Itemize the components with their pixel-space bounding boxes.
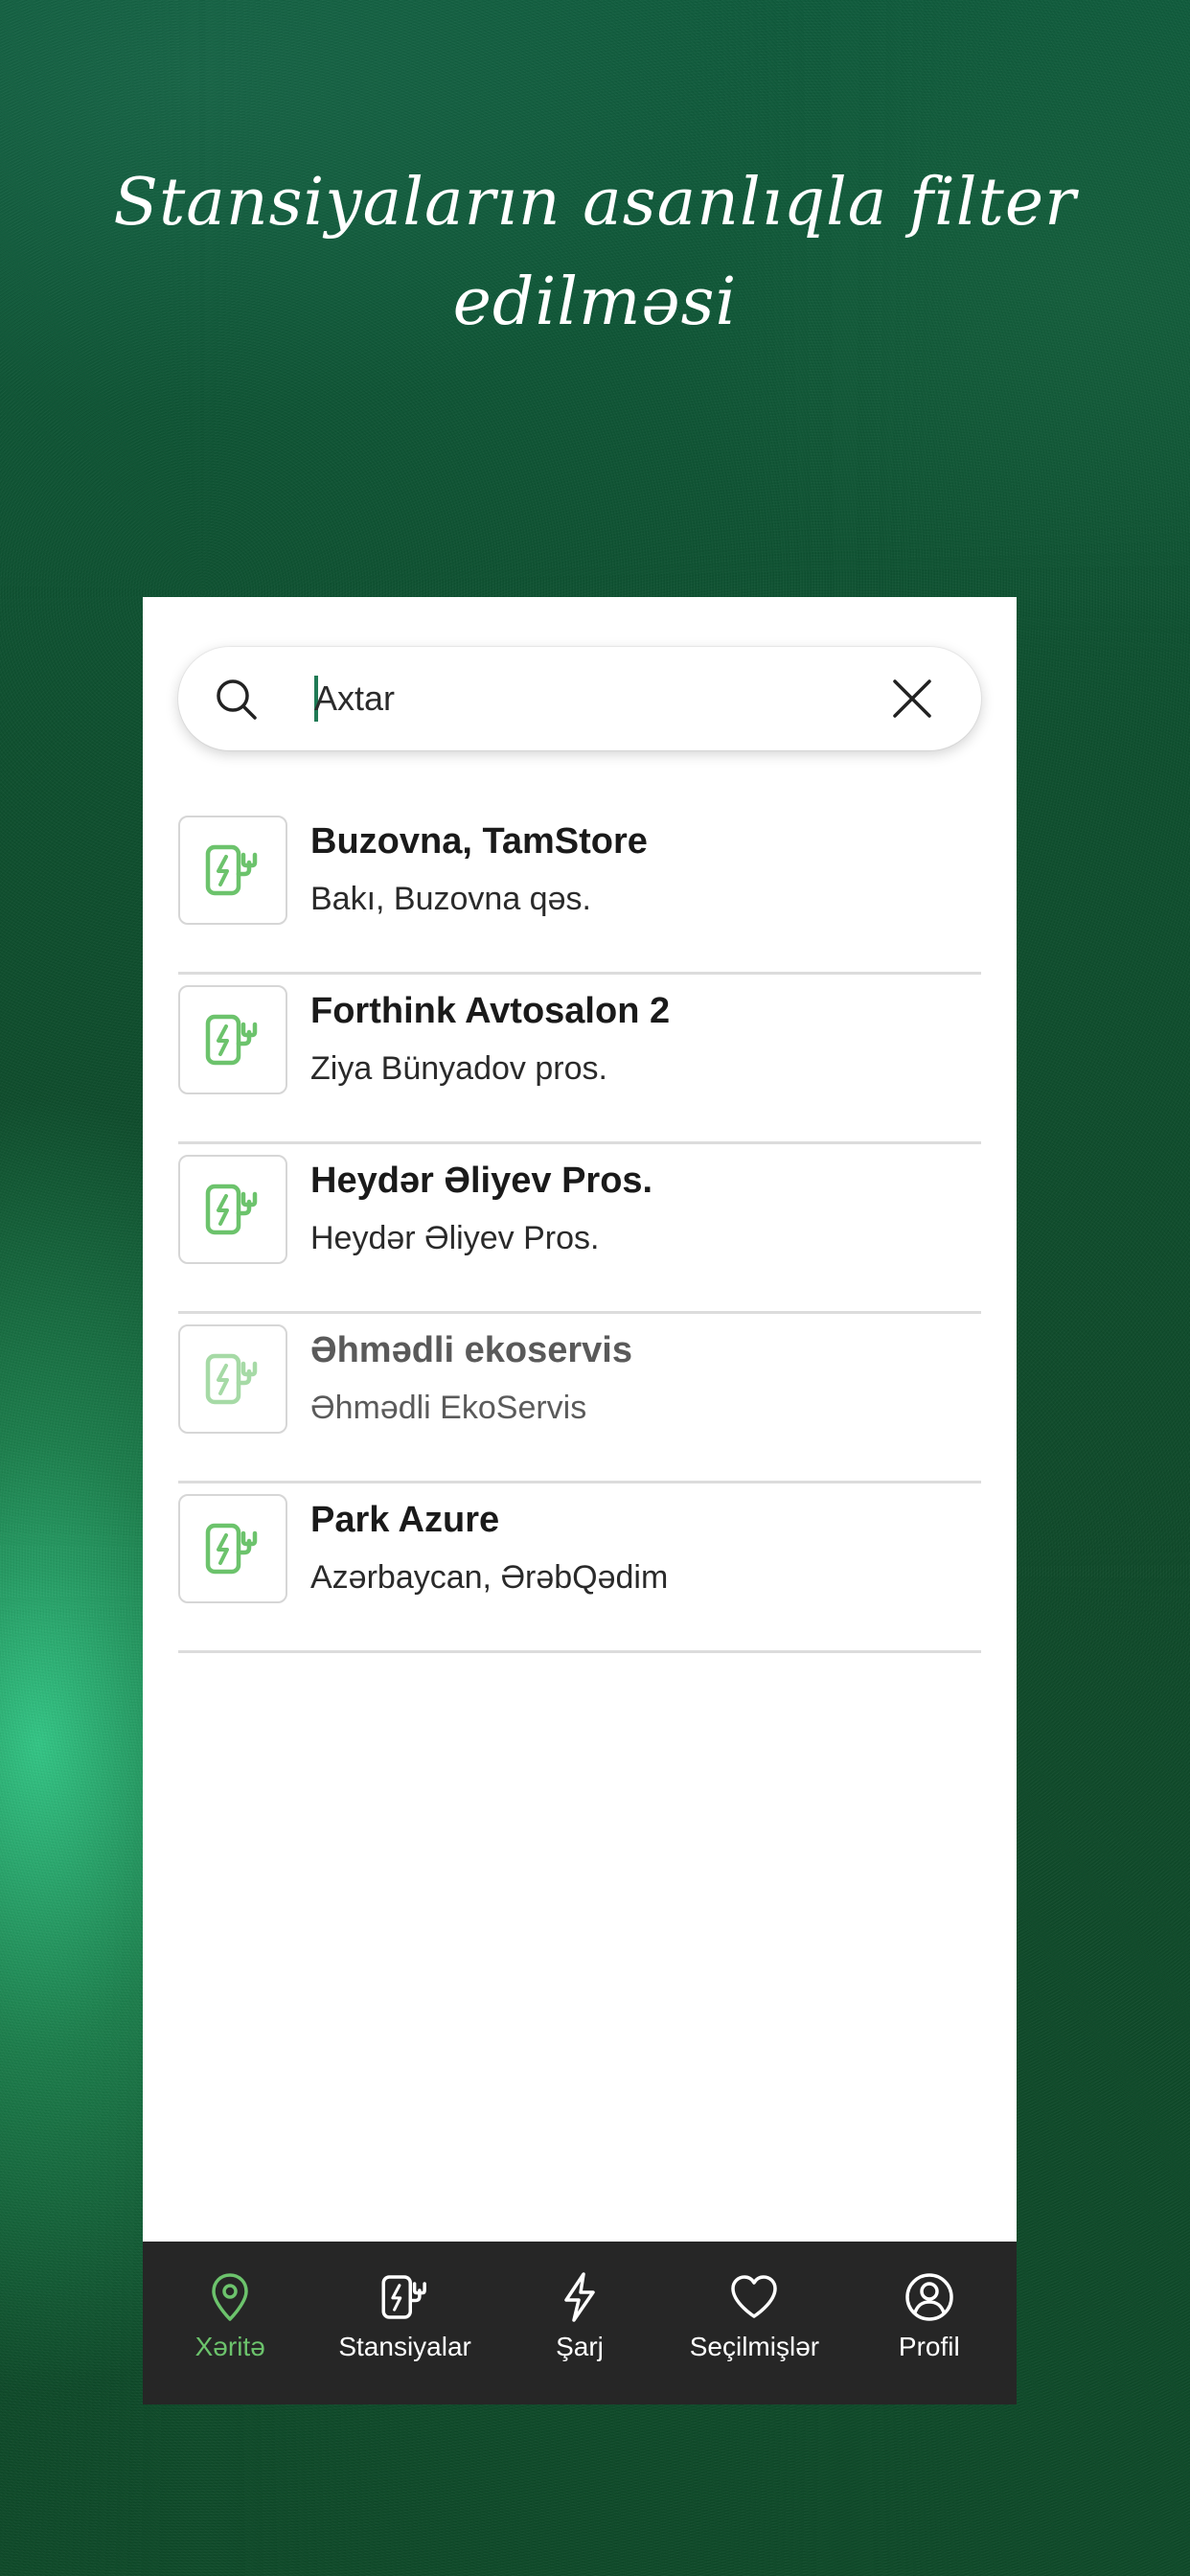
station-name: Park Azure <box>310 1500 500 1540</box>
station-name: Əhmədli ekoservis <box>310 1330 632 1370</box>
station-address: Heydər Əliyev Pros. <box>310 1220 600 1256</box>
tab-label: Stansiyalar <box>338 2332 471 2361</box>
station-name: Buzovna, TamStore <box>310 821 648 862</box>
profile-icon <box>905 2273 953 2321</box>
search-input[interactable] <box>314 670 851 727</box>
tab-label: Şarj <box>556 2332 604 2361</box>
tab-favorites[interactable]: Seçilmişlər <box>667 2242 841 2404</box>
station-name: Heydər Əliyev Pros. <box>310 1161 653 1201</box>
station-address: Bakı, Buzovna qəs. <box>310 881 591 917</box>
station-thumbnail <box>178 816 287 925</box>
heart-icon <box>731 2275 778 2318</box>
station-address: Ziya Bünyadov pros. <box>310 1050 607 1087</box>
app-screen: Buzovna, TamStore Bakı, Buzovna qəs. For… <box>143 597 1017 2404</box>
station-thumbnail <box>178 1155 287 1264</box>
station-thumbnail <box>178 1324 287 1434</box>
charging-station-icon <box>205 1184 258 1235</box>
charging-station-icon <box>205 844 258 896</box>
search-bar[interactable] <box>178 647 981 750</box>
list-item[interactable]: Heydər Əliyev Pros. Heydər Əliyev Pros. <box>178 1145 981 1314</box>
station-thumbnail <box>178 1494 287 1603</box>
map-pin-icon <box>212 2273 248 2321</box>
station-list: Buzovna, TamStore Bakı, Buzovna qəs. For… <box>178 806 981 1653</box>
tab-label: Profil <box>898 2332 960 2361</box>
charging-station-icon <box>381 2275 426 2319</box>
search-icon <box>217 679 257 720</box>
promo-headline: Stansiyaların asanlıqla filter edilməsi <box>113 165 1077 340</box>
tab-charge[interactable]: Şarj <box>492 2242 667 2404</box>
tab-profile[interactable]: Profil <box>842 2242 1017 2404</box>
station-address: Əhmədli EkoServis <box>310 1390 587 1426</box>
lightning-icon <box>564 2272 595 2322</box>
charging-station-icon <box>205 1353 258 1405</box>
station-thumbnail <box>178 985 287 1094</box>
station-name: Forthink Avtosalon 2 <box>310 991 671 1031</box>
charging-station-icon <box>205 1014 258 1066</box>
station-address: Azərbaycan, ƏrəbQədim <box>310 1559 669 1596</box>
list-item[interactable]: Park Azure Azərbaycan, ƏrəbQədim <box>178 1484 981 1653</box>
list-item[interactable]: Əhmədli ekoservis Əhmədli EkoServis <box>178 1315 981 1484</box>
tab-label: Seçilmişlər <box>689 2332 820 2361</box>
close-icon[interactable] <box>891 678 933 720</box>
bottom-tab-bar: Xəritə Stansiyalar Şarj Seçilmişlər Prof… <box>143 2242 1017 2404</box>
list-item[interactable]: Forthink Avtosalon 2 Ziya Bünyadov pros. <box>178 976 981 1144</box>
tab-map[interactable]: Xəritə <box>143 2242 317 2404</box>
charging-station-icon <box>205 1523 258 1575</box>
tab-label: Xəritə <box>195 2332 265 2361</box>
list-item[interactable]: Buzovna, TamStore Bakı, Buzovna qəs. <box>178 806 981 975</box>
tab-stations[interactable]: Stansiyalar <box>317 2242 492 2404</box>
